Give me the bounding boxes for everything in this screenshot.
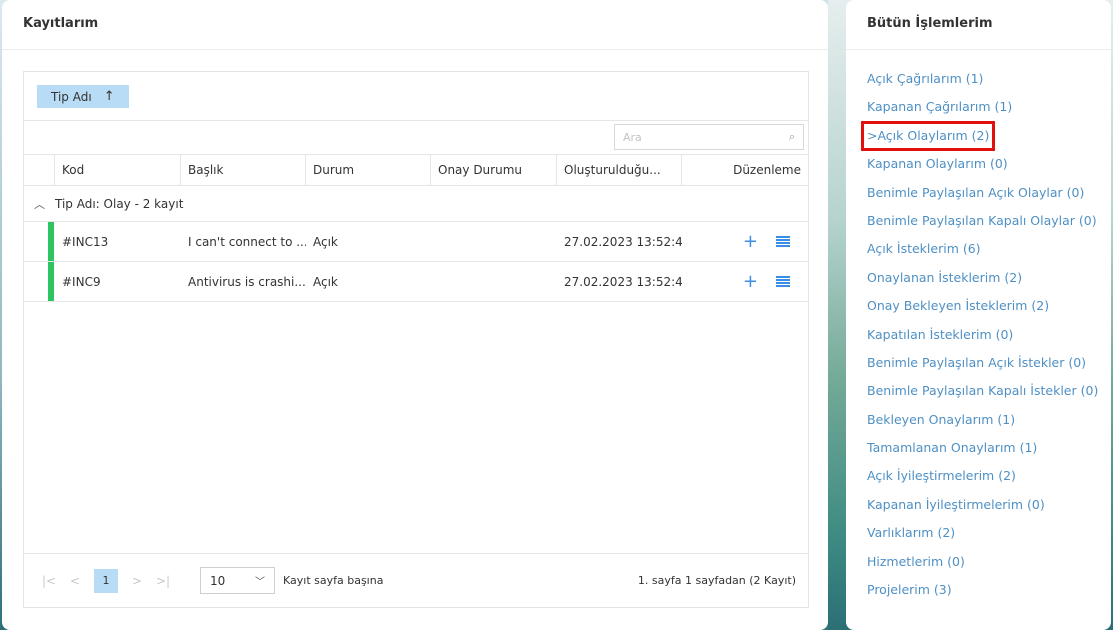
side-item-acik-cagrilarim[interactable]: Açık Çağrılarım (1): [846, 70, 1111, 98]
first-page-icon[interactable]: |<: [36, 574, 62, 588]
side-item-label: Bekleyen Onaylarım (1): [867, 411, 1016, 427]
group-row[interactable]: ︿ Tip Adı: Olay - 2 kayıt: [24, 186, 808, 222]
side-item-label: Kapanan Çağrılarım (1): [867, 99, 1013, 115]
side-item-kapanan-olaylarim[interactable]: Kapanan Olaylarım (0): [846, 155, 1111, 183]
chevron-up-icon[interactable]: ︿: [24, 196, 55, 212]
group-chip-tip-adi[interactable]: Tip Adı ↑: [37, 85, 129, 108]
pager: |< < 1 > >| 10 ﹀ Kayıt sayfa başına 1. s…: [24, 553, 808, 607]
side-item-paylasilan-acik-olaylar[interactable]: Benimle Paylaşılan Açık Olaylar (0): [846, 184, 1111, 212]
side-item-label: Projelerim (3): [867, 582, 952, 598]
group-panel: Tip Adı ↑: [24, 72, 808, 121]
cell-baslik: I can't connect to ...: [188, 234, 306, 249]
cell-actions: +: [682, 222, 808, 261]
search-input[interactable]: Ara ⌕: [614, 124, 804, 150]
search-placeholder: Ara: [623, 130, 642, 144]
side-item-label: >Açık Olaylarım (2): [860, 120, 996, 151]
side-item-kapanan-cagrilarim[interactable]: Kapanan Çağrılarım (1): [846, 98, 1111, 126]
side-panel-title: Bütün İşlemlerim: [846, 0, 1111, 50]
side-item-projelerim[interactable]: Projelerim (3): [846, 581, 1111, 609]
side-item-label: Onaylanan İsteklerim (2): [867, 269, 1023, 285]
last-page-icon[interactable]: >|: [150, 574, 176, 588]
next-page-icon[interactable]: >: [124, 574, 150, 588]
side-item-label: Açık Çağrılarım (1): [867, 71, 984, 86]
column-header-olusturuldugu[interactable]: Oluşturulduğu...: [557, 155, 682, 185]
chevron-down-icon[interactable]: ﹀: [255, 573, 265, 588]
table-row[interactable]: #INC13 I can't connect to ... Açık 27.02…: [24, 222, 808, 262]
cell-durum: Açık: [313, 274, 338, 289]
header-row: Kod Başlık Durum Onay Durumu Oluşturuldu…: [24, 155, 808, 186]
cell-baslik: Antivirus is crashi...: [188, 274, 306, 289]
details-list-icon[interactable]: [776, 235, 790, 248]
column-header-onay-durumu[interactable]: Onay Durumu: [431, 155, 557, 185]
side-item-label: Kapatılan İsteklerim (0): [867, 326, 1014, 342]
status-indicator: [48, 222, 54, 261]
records-grid: Tip Adı ↑ Ara ⌕ Kod Başlık Durum Onay Du…: [23, 71, 809, 608]
column-header-kod[interactable]: Kod: [55, 155, 181, 185]
table-row[interactable]: #INC9 Antivirus is crashi... Açık 27.02.…: [24, 262, 808, 302]
records-panel: Kayıtlarım Tip Adı ↑ Ara ⌕ Kod Başlık Du…: [2, 0, 828, 630]
page-size-select[interactable]: 10 ﹀: [200, 567, 275, 594]
per-page-label: Kayıt sayfa başına: [283, 574, 384, 587]
column-header-baslik[interactable]: Başlık: [181, 155, 306, 185]
header-spacer: [24, 155, 55, 185]
side-item-acik-olaylarim[interactable]: >Açık Olaylarım (2): [846, 120, 1111, 155]
current-page-button[interactable]: 1: [94, 568, 118, 593]
side-item-label: Benimle Paylaşılan Açık Olaylar (0): [867, 184, 1085, 200]
side-item-hizmetlerim[interactable]: Hizmetlerim (0): [846, 553, 1111, 581]
side-item-label: Benimle Paylaşılan Açık İstekler (0): [867, 354, 1087, 370]
side-item-bekleyen-onaylarim[interactable]: Bekleyen Onaylarım (1): [846, 411, 1111, 439]
search-row: Ara ⌕: [24, 121, 808, 155]
column-header-duzenleme[interactable]: Düzenleme: [682, 155, 808, 185]
cell-olusturuldugu: 27.02.2023 13:52:48: [564, 234, 682, 249]
add-icon[interactable]: +: [743, 232, 758, 251]
side-item-varliklarim[interactable]: Varlıklarım (2): [846, 524, 1111, 552]
page-size-value: 10: [210, 573, 226, 588]
group-label: Tip Adı: Olay - 2 kayıt: [55, 196, 184, 211]
side-item-onay-bekleyen-isteklerim[interactable]: Onay Bekleyen İsteklerim (2): [846, 297, 1111, 325]
side-item-tamamlanan-onaylarim[interactable]: Tamamlanan Onaylarım (1): [846, 439, 1111, 467]
side-item-paylasilan-kapali-istekler[interactable]: Benimle Paylaşılan Kapalı İstekler (0): [846, 382, 1111, 410]
cell-kod: #INC9: [62, 274, 101, 289]
side-item-paylasilan-acik-istekler[interactable]: Benimle Paylaşılan Açık İstekler (0): [846, 354, 1111, 382]
side-item-label: Açık İsteklerim (6): [867, 241, 981, 257]
side-item-label: Benimle Paylaşılan Kapalı İstekler (0): [867, 383, 1099, 399]
side-item-kapatilan-isteklerim[interactable]: Kapatılan İsteklerim (0): [846, 326, 1111, 354]
panel-title: Kayıtlarım: [2, 0, 828, 50]
side-item-label: Varlıklarım (2): [867, 525, 956, 541]
side-item-acik-isteklerim[interactable]: Açık İsteklerim (6): [846, 240, 1111, 268]
side-item-onaylanan-isteklerim[interactable]: Onaylanan İsteklerim (2): [846, 269, 1111, 297]
prev-page-icon[interactable]: <: [62, 574, 88, 588]
side-item-label: Kapanan İyileştirmelerim (0): [867, 496, 1045, 512]
sort-asc-icon[interactable]: ↑: [104, 89, 115, 104]
side-item-label: Tamamlanan Onaylarım (1): [867, 440, 1038, 456]
details-list-icon[interactable]: [776, 275, 790, 288]
pager-info: 1. sayfa 1 sayfadan (2 Kayıt): [637, 574, 796, 587]
add-icon[interactable]: +: [743, 272, 758, 291]
group-chip-label: Tip Adı: [51, 89, 92, 104]
side-item-paylasilan-kapali-olaylar[interactable]: Benimle Paylaşılan Kapalı Olaylar (0): [846, 212, 1111, 240]
side-item-acik-iyilestirmelerim[interactable]: Açık İyileştirmelerim (2): [846, 467, 1111, 495]
cell-actions: +: [682, 262, 808, 301]
cell-onay-durumu: [431, 262, 557, 301]
side-menu: Açık Çağrılarım (1) Kapanan Çağrılarım (…: [846, 50, 1111, 609]
side-item-kapanan-iyilestirmelerim[interactable]: Kapanan İyileştirmelerim (0): [846, 496, 1111, 524]
side-item-label: Hizmetlerim (0): [867, 553, 965, 569]
cell-onay-durumu: [431, 222, 557, 261]
cell-durum: Açık: [313, 234, 338, 249]
cell-olusturuldugu: 27.02.2023 13:52:48: [564, 274, 682, 289]
side-item-label: Benimle Paylaşılan Kapalı Olaylar (0): [867, 212, 1097, 228]
side-item-label: Onay Bekleyen İsteklerim (2): [867, 298, 1050, 314]
search-icon[interactable]: ⌕: [789, 130, 795, 144]
all-operations-panel: Bütün İşlemlerim Açık Çağrılarım (1) Kap…: [846, 0, 1111, 630]
column-header-durum[interactable]: Durum: [306, 155, 431, 185]
side-item-label: Açık İyileştirmelerim (2): [867, 468, 1016, 484]
status-indicator: [48, 262, 54, 301]
side-item-label: Kapanan Olaylarım (0): [867, 156, 1008, 172]
cell-kod: #INC13: [62, 234, 109, 249]
